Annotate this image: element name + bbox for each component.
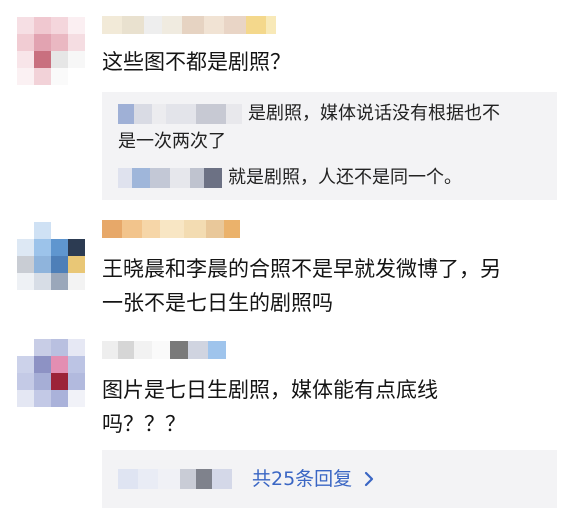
avatar[interactable] [17,339,85,407]
comment-text: 图片是七日生剧照，媒体能有点底线 吗？？？ [102,373,438,441]
username-blurred[interactable] [102,341,226,359]
comment-1: 这些图不都是剧照？ [0,0,564,100]
more-replies-link[interactable]: 共25条回复 [252,464,352,494]
reply-author-blurred[interactable] [118,469,232,489]
comment-text-line: 一张不是七日生的剧照吗 [102,291,333,315]
username-blurred[interactable] [102,16,276,34]
comment-text-line: 这些图不都是剧照？ [102,50,291,74]
comment-text-line: 吗？？？ [102,412,186,436]
comment-text: 王晓晨和李晨的合照不是早就发微博了，另 一张不是七日生的剧照吗 [102,252,501,320]
reply-2[interactable]: 就是剧照，人还不是同一个。 [118,164,547,192]
avatar[interactable] [17,222,85,290]
chevron-right-icon[interactable] [360,470,378,488]
reply-text: 是一次两次了 [118,131,226,152]
reply-author-blurred[interactable] [118,168,222,188]
reply-text: 就是剧照，人还不是同一个。 [228,167,462,188]
comment-text: 这些图不都是剧照？ [102,45,291,79]
more-replies-bar[interactable]: 共25条回复 [102,450,557,508]
reply-1[interactable]: 是剧照，媒体说话没有根据也不 是一次两次了 [118,100,547,156]
comment-2: 王晓晨和李晨的合照不是早就发微博了，另 一张不是七日生的剧照吗 [0,210,564,330]
username-blurred[interactable] [102,220,240,238]
comment-3: 图片是七日生剧照，媒体能有点底线 吗？？？ [0,330,564,450]
reply-preview-box[interactable]: 是剧照，媒体说话没有根据也不 是一次两次了 就是剧照，人还不是同一个。 [102,92,557,200]
reply-author-blurred[interactable] [118,104,242,124]
reply-text: 是剧照，媒体说话没有根据也不 [248,103,500,124]
comment-text-line: 王晓晨和李晨的合照不是早就发微博了，另 [102,257,501,281]
comment-text-line: 图片是七日生剧照，媒体能有点底线 [102,378,438,402]
avatar[interactable] [17,17,85,85]
